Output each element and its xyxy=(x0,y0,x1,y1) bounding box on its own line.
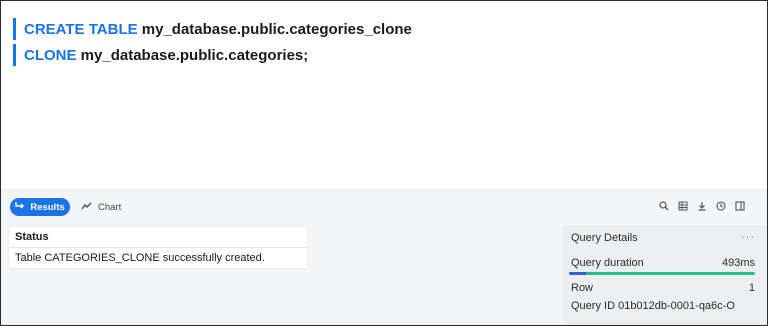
sql-keyword: CREATE TABLE xyxy=(24,20,138,38)
chart-tab-label: Chart xyxy=(98,201,122,213)
results-table: Status Table CATEGORIES_CLONE successful… xyxy=(8,226,308,269)
split-view-icon[interactable] xyxy=(734,200,745,211)
active-line-marker xyxy=(13,44,16,66)
query-id-label: Query ID xyxy=(571,300,616,312)
query-id-value: 01b012db-0001-qa6c-O xyxy=(618,300,735,312)
results-tab-label: Results xyxy=(30,201,65,213)
result-actions xyxy=(658,200,745,211)
more-options-icon[interactable]: ··· xyxy=(741,231,755,243)
query-duration-value: 493ms xyxy=(721,257,755,269)
code-line-1[interactable]: CREATE TABLE my_database.public.categori… xyxy=(13,17,412,41)
download-icon[interactable] xyxy=(696,200,707,211)
chart-line-icon xyxy=(81,202,92,213)
results-arrow-icon xyxy=(15,201,25,213)
query-duration-bar xyxy=(569,272,755,275)
active-line-marker xyxy=(13,18,16,40)
row-count-label: Row xyxy=(571,282,594,294)
duration-bar-compile xyxy=(569,272,586,275)
results-toolbar: Results Chart xyxy=(1,189,767,223)
sql-text: my_database.public.categories_clone xyxy=(137,20,412,38)
sql-editor[interactable]: CREATE TABLE my_database.public.categori… xyxy=(1,1,767,189)
table-cell[interactable]: Table CATEGORIES_CLONE successfully crea… xyxy=(9,248,307,268)
query-details-panel: Query Details ··· Query duration 493ms R… xyxy=(563,225,767,325)
columns-icon[interactable] xyxy=(677,200,688,211)
code-line-2[interactable]: CLONE my_database.public.categories; xyxy=(13,43,308,67)
history-icon[interactable] xyxy=(715,200,726,211)
sql-keyword: CLONE xyxy=(24,46,77,64)
duration-bar-execute xyxy=(585,272,755,275)
column-header-status[interactable]: Status xyxy=(9,227,307,248)
sql-text: my_database.public.categories; xyxy=(76,46,309,64)
query-duration-label: Query duration xyxy=(571,257,644,269)
row-count-value: 1 xyxy=(748,282,755,294)
query-id[interactable]: Query ID 01b012db-0001-qa6c-O xyxy=(571,300,735,312)
results-tab-button[interactable]: Results xyxy=(10,198,70,216)
search-icon[interactable] xyxy=(658,200,669,211)
query-details-title: Query Details xyxy=(571,232,638,244)
worksheet-window: CREATE TABLE my_database.public.categori… xyxy=(0,0,768,326)
chart-tab-button[interactable]: Chart xyxy=(81,198,121,216)
